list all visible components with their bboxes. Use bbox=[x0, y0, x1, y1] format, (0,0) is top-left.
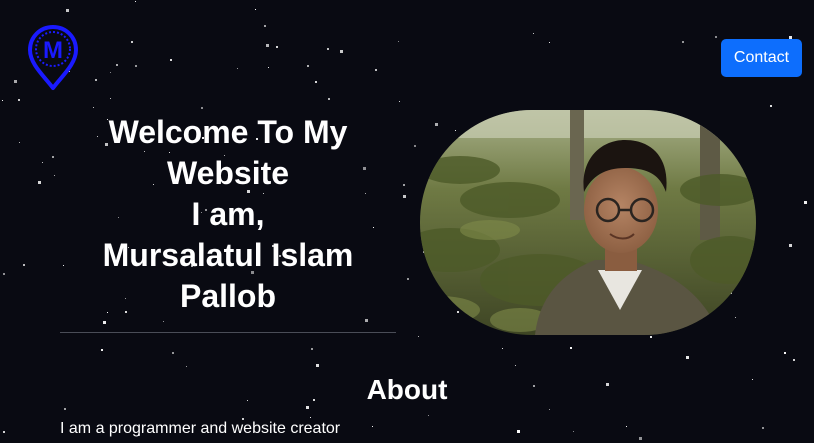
about-heading: About bbox=[366, 374, 448, 405]
star bbox=[407, 278, 409, 280]
star bbox=[418, 336, 419, 337]
star bbox=[340, 50, 343, 53]
star bbox=[135, 1, 136, 2]
logo-icon[interactable]: M bbox=[26, 24, 80, 92]
hero-divider bbox=[60, 332, 396, 333]
star bbox=[398, 41, 399, 42]
star bbox=[515, 365, 516, 366]
star bbox=[255, 9, 256, 10]
star bbox=[2, 100, 3, 101]
star bbox=[784, 352, 786, 354]
contact-button[interactable]: Contact bbox=[721, 39, 802, 77]
star bbox=[186, 366, 187, 367]
star bbox=[793, 359, 795, 361]
star bbox=[403, 184, 405, 186]
star bbox=[268, 67, 269, 68]
star bbox=[399, 101, 400, 102]
star bbox=[42, 162, 43, 163]
star bbox=[264, 25, 266, 27]
star bbox=[457, 311, 459, 313]
star bbox=[762, 427, 764, 429]
star bbox=[533, 33, 534, 34]
star bbox=[276, 46, 278, 48]
hero-title-line: Welcome To My bbox=[108, 114, 348, 150]
star bbox=[14, 80, 17, 83]
star bbox=[310, 417, 311, 418]
star bbox=[266, 44, 269, 47]
star bbox=[18, 99, 20, 101]
hero-title-line: Mursalatul Islam bbox=[102, 237, 354, 273]
star bbox=[307, 65, 309, 67]
star bbox=[682, 41, 684, 43]
star bbox=[735, 317, 736, 318]
page: M Contact Welcome To My Website I am, Mu… bbox=[0, 0, 814, 443]
star bbox=[103, 321, 106, 324]
hero-title-line: Website bbox=[166, 155, 290, 191]
star bbox=[66, 9, 69, 12]
star bbox=[502, 348, 503, 349]
star bbox=[163, 321, 164, 322]
star bbox=[327, 48, 329, 50]
star bbox=[403, 195, 406, 198]
star bbox=[135, 65, 137, 67]
star bbox=[64, 408, 66, 410]
star bbox=[372, 426, 373, 427]
star bbox=[414, 145, 416, 147]
star bbox=[19, 142, 20, 143]
star bbox=[573, 431, 574, 432]
logo-letter: M bbox=[43, 37, 63, 64]
star bbox=[237, 68, 238, 69]
star bbox=[54, 175, 55, 176]
star bbox=[650, 336, 652, 338]
star bbox=[686, 356, 689, 359]
star bbox=[570, 347, 572, 349]
star bbox=[549, 42, 550, 43]
star bbox=[110, 98, 111, 99]
profile-photo bbox=[420, 110, 756, 335]
star bbox=[315, 81, 317, 83]
star bbox=[23, 264, 25, 266]
star bbox=[116, 64, 118, 66]
star bbox=[170, 59, 172, 61]
star bbox=[3, 431, 5, 433]
star bbox=[3, 273, 5, 275]
star bbox=[375, 69, 377, 71]
about-text: I am a programmer and website creator bbox=[60, 420, 341, 437]
star bbox=[101, 349, 103, 351]
star bbox=[455, 130, 456, 131]
star bbox=[770, 105, 772, 107]
star bbox=[52, 156, 54, 158]
star bbox=[626, 426, 627, 427]
star bbox=[95, 79, 97, 81]
star bbox=[316, 364, 319, 367]
star bbox=[789, 244, 792, 247]
star bbox=[311, 348, 313, 350]
star bbox=[110, 72, 111, 73]
star bbox=[328, 98, 330, 100]
star bbox=[804, 201, 807, 204]
hero-title: Welcome To My Website I am, Mursalatul I… bbox=[60, 112, 396, 317]
star bbox=[93, 107, 94, 108]
star bbox=[172, 352, 174, 354]
star bbox=[549, 409, 550, 410]
hero-title-line: I am, bbox=[191, 196, 265, 232]
star bbox=[428, 415, 429, 416]
star bbox=[131, 41, 133, 43]
star bbox=[435, 123, 438, 126]
star bbox=[365, 319, 368, 322]
star bbox=[517, 430, 520, 433]
star bbox=[715, 36, 717, 38]
star bbox=[639, 437, 642, 440]
star bbox=[38, 181, 41, 184]
star bbox=[201, 107, 203, 109]
hero-title-line: Pallob bbox=[179, 278, 276, 314]
